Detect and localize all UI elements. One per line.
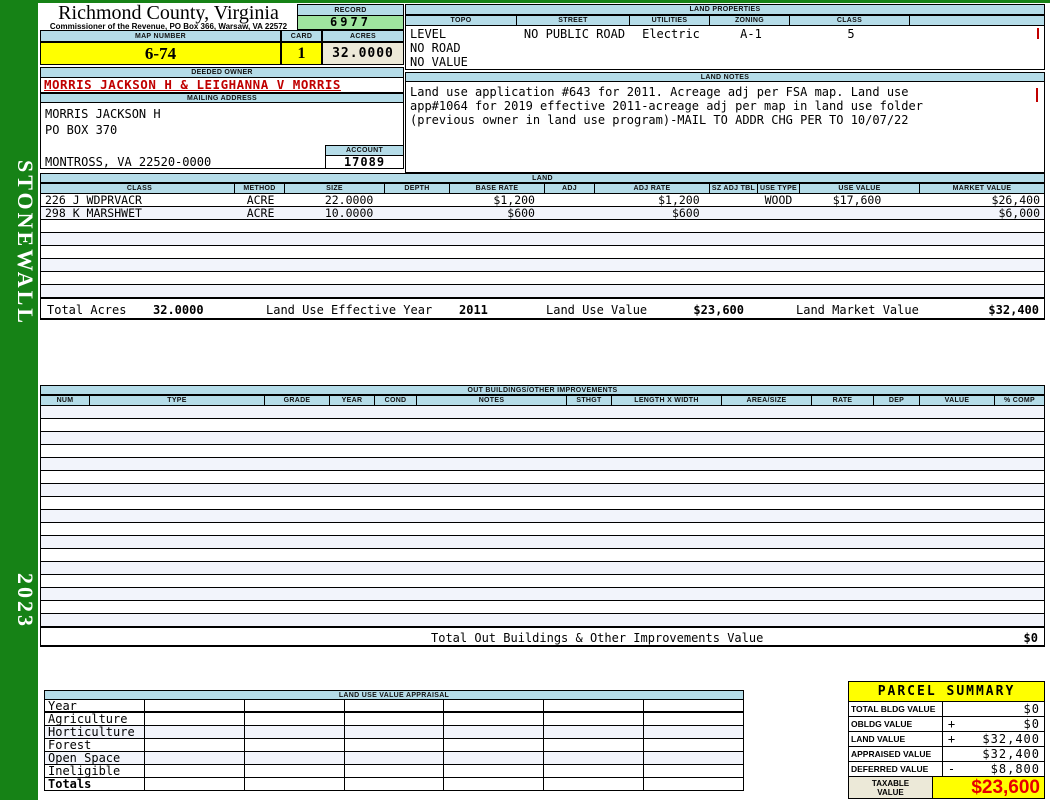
- appraisal-row-forest: Forest: [45, 739, 745, 752]
- col-street: STREET: [517, 15, 630, 26]
- summary-row-deferred: DEFERRED VALUE - $8,800: [849, 762, 1044, 777]
- land-properties-header-row: TOPO STREET UTILITIES ZONING CLASS: [405, 15, 1045, 26]
- assessment-year: 2023: [13, 573, 38, 629]
- appraisal-row-ineligible: Ineligible: [45, 765, 745, 778]
- land-notes-box[interactable]: Land use application #643 for 2011. Acre…: [405, 82, 1045, 173]
- land-empty-rows: [41, 220, 1044, 298]
- col-zoning: ZONING: [710, 15, 790, 26]
- land-table-body: 226 J WDPRVACR ACRE 22.0000 $1,200 $1,20…: [40, 194, 1045, 298]
- land-notes-line: (previous owner in land use program)-MAI…: [410, 113, 909, 127]
- out-buildings-title: OUT BUILDINGS/OTHER IMPROVEMENTS: [40, 385, 1045, 395]
- zoning-value: A-1: [740, 27, 762, 41]
- col-filler: [910, 15, 1045, 26]
- land-notes-line: Land use application #643 for 2011. Acre…: [410, 85, 909, 99]
- appraisal-row-horticulture: Horticulture: [45, 726, 745, 739]
- taxable-value-label: TAXABLE VALUE: [849, 777, 933, 798]
- out-buildings-empty-rows: [41, 406, 1044, 627]
- effective-year-value: 2011: [459, 303, 488, 317]
- land-properties-values: LEVEL NO ROAD NO VALUE NO PUBLIC ROAD El…: [405, 26, 1045, 70]
- district-name: STONEWALL: [13, 160, 38, 326]
- total-acres-value: 32.0000: [153, 303, 204, 317]
- scroll-tick: [1036, 88, 1038, 102]
- mailing-line: MORRIS JACKSON H: [45, 107, 161, 121]
- col-class: CLASS: [790, 15, 910, 26]
- summary-row-appraised: APPRAISED VALUE $32,400: [849, 747, 1044, 762]
- county-title: Richmond County, Virginia: [58, 2, 279, 24]
- mailing-line: PO BOX 370: [45, 123, 118, 137]
- land-market-value: $32,400: [988, 303, 1039, 317]
- land-table-header: CLASS METHOD SIZE DEPTH BASE RATE ADJ AD…: [40, 183, 1045, 194]
- cursor-tick: [1037, 28, 1039, 39]
- out-buildings-total-row: Total Out Buildings & Other Improvements…: [40, 627, 1045, 647]
- out-buildings-total-value: $0: [1023, 631, 1038, 645]
- street-value: NO PUBLIC ROAD: [523, 27, 626, 41]
- summary-row-land: LAND VALUE + $32,400: [849, 732, 1044, 747]
- col-topo: TOPO: [405, 15, 517, 26]
- district-sidebar: [0, 0, 38, 800]
- county-header: Richmond County, Virginia Commissioner o…: [40, 2, 297, 31]
- land-use-value-label: Land Use Value: [546, 303, 648, 317]
- appraisal-row-totals: Totals: [45, 778, 745, 791]
- land-row[interactable]: 298 K MARSHWET ACRE 10.0000 $600 $600 $6…: [41, 207, 1044, 220]
- parcel-summary-title: PARCEL SUMMARY: [849, 682, 1044, 702]
- land-notes-line: app#1064 for 2019 effective 2011-acreage…: [410, 99, 923, 113]
- card-value: 1: [281, 42, 322, 65]
- class-value: 5: [847, 27, 855, 41]
- parcel-summary: PARCEL SUMMARY TOTAL BLDG VALUE $0 OBLDG…: [848, 681, 1045, 799]
- deeded-owner-value: MORRIS JACKSON H & LEIGHANNA V MORRIS: [40, 78, 404, 93]
- account-number: 17089: [325, 156, 404, 169]
- mailing-address-label: MAILING ADDRESS: [40, 93, 404, 103]
- card-label: CARD: [281, 30, 322, 42]
- land-notes-title: LAND NOTES: [405, 72, 1045, 82]
- map-number-label: MAP NUMBER: [40, 30, 281, 42]
- land-market-value-label: Land Market Value: [796, 303, 919, 317]
- acres-value: 32.0000: [322, 42, 404, 65]
- appraisal-table: Year Agriculture Horticulture Forest Ope…: [44, 700, 745, 791]
- property-record-card: { "sidebar": { "district": "STONEWALL", …: [0, 0, 1050, 800]
- land-use-value: $23,600: [693, 303, 744, 317]
- land-totals-row: Total Acres 32.0000 Land Use Effective Y…: [40, 298, 1045, 320]
- effective-year-label: Land Use Effective Year: [266, 303, 433, 317]
- total-acres-label: Total Acres: [47, 303, 127, 317]
- topo-values: LEVEL NO ROAD NO VALUE: [410, 27, 468, 69]
- utilities-value: Electric: [642, 27, 700, 41]
- appraisal-row-open-space: Open Space: [45, 752, 745, 765]
- land-row[interactable]: 226 J WDPRVACR ACRE 22.0000 $1,200 $1,20…: [41, 194, 1044, 207]
- out-buildings-total-label: Total Out Buildings & Other Improvements…: [431, 631, 764, 645]
- land-properties-title: LAND PROPERTIES: [405, 4, 1045, 15]
- record-number: 6977: [297, 16, 404, 30]
- col-utilities: UTILITIES: [630, 15, 710, 26]
- summary-row-obldg: OBLDG VALUE + $0: [849, 717, 1044, 732]
- appraisal-row-year: Year: [45, 700, 745, 713]
- appraisal-row-agriculture: Agriculture: [45, 713, 745, 726]
- map-number-value: 6-74: [40, 42, 281, 65]
- acres-label: ACRES: [322, 30, 404, 42]
- taxable-value-row: TAXABLE VALUE $23,600: [849, 777, 1044, 798]
- out-buildings-header: NUM TYPE GRADE YEAR COND NOTES STHGT LEN…: [40, 395, 1045, 406]
- taxable-value: $23,600: [933, 777, 1044, 798]
- appraisal-title: LAND USE VALUE APPRAISAL: [44, 690, 744, 700]
- land-section-title: LAND: [40, 173, 1045, 183]
- summary-row-total-bldg: TOTAL BLDG VALUE $0: [849, 702, 1044, 717]
- out-buildings-body: [40, 406, 1045, 627]
